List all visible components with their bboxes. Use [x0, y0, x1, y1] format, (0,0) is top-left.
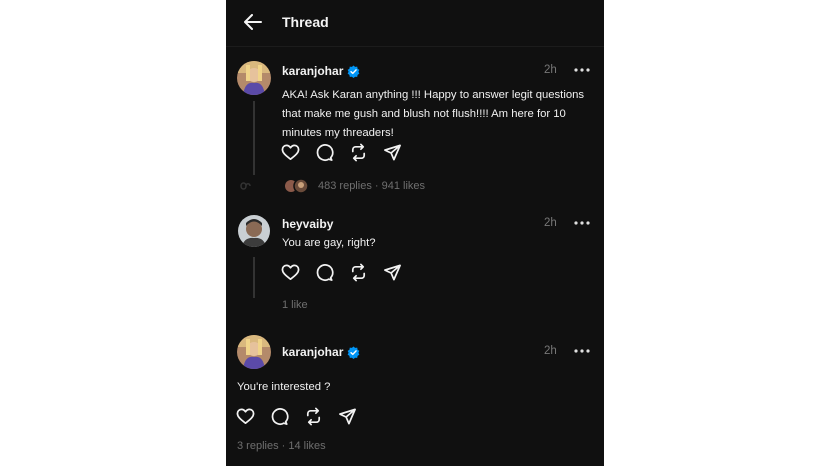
more-icon[interactable] — [574, 349, 590, 353]
page-title: Thread — [282, 14, 329, 30]
username-label: karanjohar — [282, 64, 344, 78]
header-divider — [226, 46, 604, 47]
share-icon[interactable] — [383, 263, 402, 282]
comment-icon[interactable] — [270, 407, 289, 426]
post-text: You're interested ? — [237, 381, 331, 393]
avatar[interactable] — [237, 61, 271, 95]
comment-icon[interactable] — [315, 143, 334, 162]
post-author[interactable]: karanjohar — [282, 64, 360, 78]
thread-connector — [253, 257, 255, 298]
threads-app-screen: Thread karanjohar 2h AKA! Ask Karan anyt… — [226, 0, 604, 466]
post-stats[interactable]: 3 replies · 14 likes — [237, 440, 326, 452]
post-time: 2h — [544, 345, 557, 357]
post-text: You are gay, right? — [282, 237, 376, 249]
thread-connector — [253, 101, 255, 175]
post-stats[interactable]: 483 replies · 941 likes — [318, 180, 425, 192]
post-actions — [281, 263, 402, 282]
avatar-image — [237, 61, 271, 95]
heart-icon[interactable] — [236, 407, 255, 426]
post-actions — [236, 407, 357, 426]
post-time: 2h — [544, 64, 557, 76]
avatar-image — [237, 335, 271, 369]
verified-badge-icon — [348, 64, 360, 78]
post-actions — [281, 143, 402, 162]
share-icon[interactable] — [338, 407, 357, 426]
post-stats[interactable]: 1 like — [282, 299, 308, 311]
more-icon[interactable] — [574, 221, 590, 225]
repost-icon[interactable] — [304, 407, 323, 426]
reply-avatars — [283, 178, 311, 194]
verified-badge-icon — [348, 345, 360, 359]
avatar[interactable] — [238, 215, 270, 247]
avatar[interactable] — [237, 335, 271, 369]
arrow-left-icon[interactable] — [244, 14, 262, 30]
post-time: 2h — [544, 217, 557, 229]
comment-icon[interactable] — [315, 263, 334, 282]
heart-icon[interactable] — [281, 263, 300, 282]
repost-icon[interactable] — [349, 143, 368, 162]
post-text: AKA! Ask Karan anything !!! Happy to ans… — [282, 89, 585, 139]
post-author[interactable]: karanjohar — [282, 345, 360, 359]
share-icon[interactable] — [383, 143, 402, 162]
more-icon[interactable] — [574, 68, 590, 72]
thread-loop-icon — [240, 182, 251, 190]
username-label: heyvaiby — [282, 217, 334, 231]
username-label: karanjohar — [282, 345, 344, 359]
heart-icon[interactable] — [281, 143, 300, 162]
repost-icon[interactable] — [349, 263, 368, 282]
avatar-image — [238, 215, 270, 247]
post-author[interactable]: heyvaiby — [282, 217, 333, 231]
